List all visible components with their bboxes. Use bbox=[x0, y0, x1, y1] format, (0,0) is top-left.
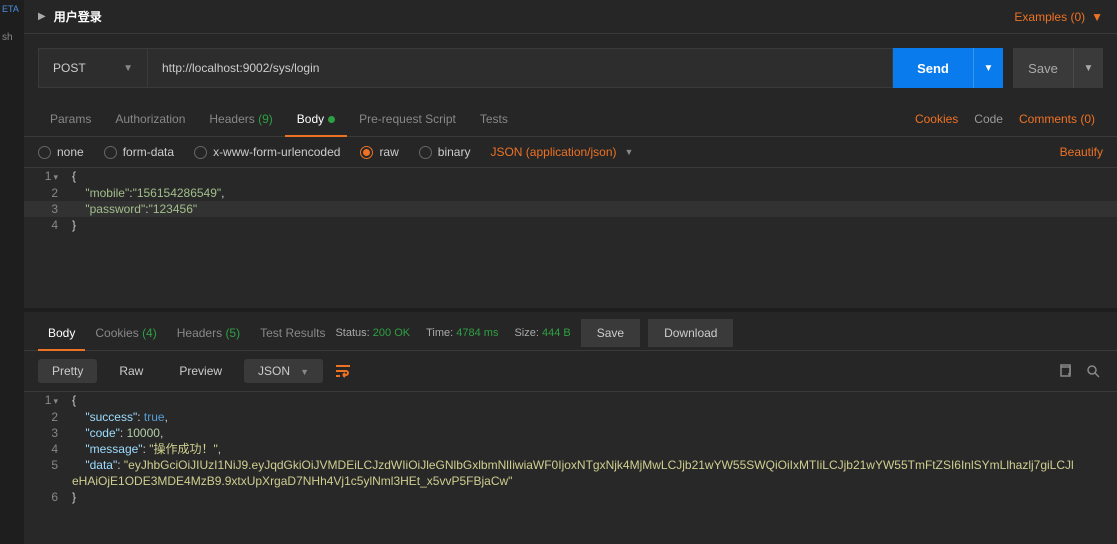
copy-icon[interactable] bbox=[1055, 361, 1075, 381]
response-meta: Status: 200 OK Time: 4784 ms Size: 444 B bbox=[335, 327, 570, 339]
body-type-row: none form-data x-www-form-urlencoded raw… bbox=[24, 137, 1117, 168]
radio-binary[interactable]: binary bbox=[419, 145, 471, 159]
request-row: POST▼ Send ▼ Save ▼ bbox=[24, 34, 1117, 102]
search-icon[interactable] bbox=[1083, 361, 1103, 381]
send-dropdown[interactable]: ▼ bbox=[973, 48, 1003, 88]
view-preview[interactable]: Preview bbox=[165, 359, 236, 383]
response-tabs: Body Cookies (4) Headers (5) Test Result… bbox=[24, 312, 1117, 351]
radio-none[interactable]: none bbox=[38, 145, 84, 159]
save-dropdown[interactable]: ▼ bbox=[1073, 48, 1103, 88]
beta-badge: ETA bbox=[0, 0, 24, 18]
response-toolbar: Pretty Raw Preview JSON▼ bbox=[24, 351, 1117, 392]
format-select[interactable]: JSON▼ bbox=[244, 359, 323, 383]
save-response-button[interactable]: Save bbox=[581, 319, 640, 347]
request-tabs: Params Authorization Headers (9) Body Pr… bbox=[24, 102, 1117, 137]
trash-label[interactable]: sh bbox=[0, 28, 24, 47]
chevron-down-icon: ▼ bbox=[625, 147, 634, 157]
code-link[interactable]: Code bbox=[966, 102, 1011, 136]
sidebar-left: ETA sh bbox=[0, 0, 24, 544]
radio-xform[interactable]: x-www-form-urlencoded bbox=[194, 145, 340, 159]
wrap-lines-icon[interactable] bbox=[331, 359, 355, 383]
cookies-link[interactable]: Cookies bbox=[907, 102, 966, 136]
tab-params[interactable]: Params bbox=[38, 102, 103, 136]
request-titlebar: ▶ 用户登录 Examples (0)▼ bbox=[24, 0, 1117, 34]
unsaved-dot-icon bbox=[328, 116, 335, 123]
method-select[interactable]: POST▼ bbox=[38, 48, 148, 88]
chevron-down-icon: ▼ bbox=[123, 63, 133, 74]
tab-tests[interactable]: Tests bbox=[468, 102, 520, 136]
chevron-down-icon: ▼ bbox=[1091, 10, 1103, 24]
tab-body[interactable]: Body bbox=[285, 102, 347, 136]
resp-tab-headers[interactable]: Headers (5) bbox=[167, 316, 250, 350]
tab-prerequest[interactable]: Pre-request Script bbox=[347, 102, 468, 136]
radio-raw[interactable]: raw bbox=[360, 145, 398, 159]
resp-tab-body[interactable]: Body bbox=[38, 316, 85, 350]
tab-headers[interactable]: Headers (9) bbox=[197, 102, 284, 136]
content-type-select[interactable]: JSON (application/json)▼ bbox=[490, 145, 633, 159]
request-name[interactable]: 用户登录 bbox=[54, 8, 102, 25]
download-button[interactable]: Download bbox=[648, 319, 733, 347]
response-body-viewer[interactable]: 1▾{ 2 "success": true, 3 "code": 10000, … bbox=[24, 392, 1117, 544]
chevron-down-icon: ▼ bbox=[300, 367, 309, 377]
examples-dropdown[interactable]: Examples (0)▼ bbox=[1014, 10, 1103, 24]
resp-tab-cookies[interactable]: Cookies (4) bbox=[85, 316, 166, 350]
send-button[interactable]: Send bbox=[893, 48, 973, 88]
save-button[interactable]: Save bbox=[1013, 48, 1073, 88]
request-body-editor[interactable]: 1▾{ 2 "mobile":"156154286549", 3 "passwo… bbox=[24, 168, 1117, 308]
beautify-link[interactable]: Beautify bbox=[1060, 145, 1103, 159]
comments-link[interactable]: Comments (0) bbox=[1011, 102, 1103, 136]
collapse-arrow-icon[interactable]: ▶ bbox=[38, 11, 46, 22]
view-raw[interactable]: Raw bbox=[105, 359, 157, 383]
url-input[interactable] bbox=[148, 48, 893, 88]
view-pretty[interactable]: Pretty bbox=[38, 359, 97, 383]
tab-authorization[interactable]: Authorization bbox=[103, 102, 197, 136]
resp-tab-tests[interactable]: Test Results bbox=[250, 316, 335, 350]
radio-formdata[interactable]: form-data bbox=[104, 145, 174, 159]
